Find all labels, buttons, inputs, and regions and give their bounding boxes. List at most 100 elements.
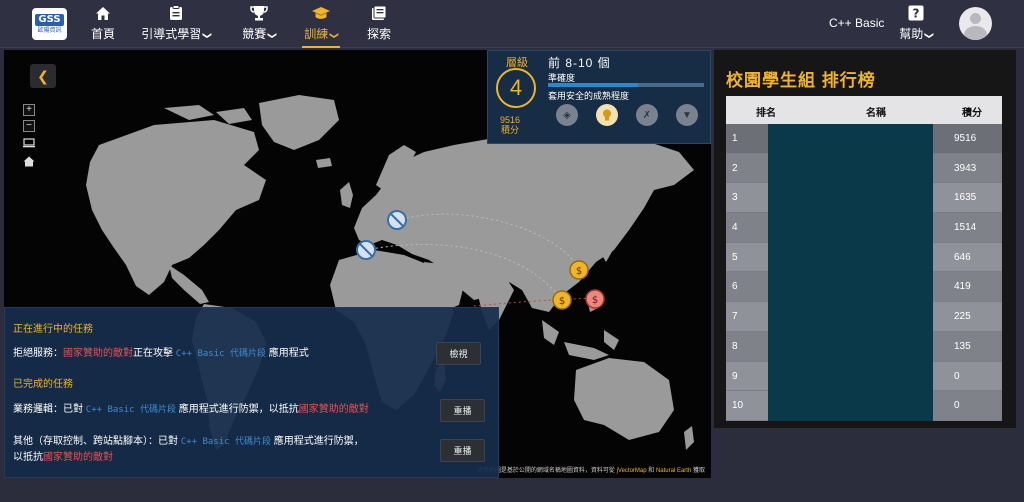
language-selector[interactable]: C++ Basic (829, 16, 884, 30)
name-cell (768, 183, 933, 214)
name-cell (768, 242, 933, 273)
nav-label-guided-learning: 引導式學習 (141, 27, 202, 41)
nav-label-training: 訓練 (304, 27, 329, 41)
code-snippet-link[interactable]: C++ Basic 代碼片段 (181, 437, 271, 447)
score-cell: 0 (933, 361, 1002, 392)
view-button[interactable]: 檢視 (436, 342, 481, 365)
mission-prefix: 其他（存取控制、跨站點腳本）：已對 (13, 436, 178, 447)
tools-badge-icon[interactable]: ✗ (636, 104, 658, 126)
rank-cell: 5 (726, 242, 768, 273)
svg-text:$: $ (592, 295, 598, 306)
rank-cell: 4 (726, 213, 768, 243)
mission-middle: 正在攻擊 (133, 348, 173, 359)
gold-bag-marker-icon[interactable]: $ (552, 290, 572, 310)
mission-suffix: 應用程式 (268, 348, 309, 359)
score-cell: 0 (933, 391, 1002, 421)
question-icon: ? (908, 4, 924, 22)
cup-badge-icon[interactable]: ▼ (676, 104, 698, 126)
table-row[interactable]: 4 1514 (726, 213, 1002, 243)
level-value: 4 (496, 68, 536, 108)
top-navbar: GSS 歐陽資訊 首頁 引導式學習❯ 競賽❯ 訓練❯ 探索 C++ Basic (0, 0, 1024, 48)
leaderboard-table: 排名 名稱 積分 1 9516 2 3943 3 1635 4 1514 5 646 6 419 7 22… (726, 96, 1002, 421)
score-cell: 135 (933, 331, 1002, 362)
ongoing-missions-heading: 正在進行中的任務 (13, 324, 93, 335)
rank-cell: 6 (726, 272, 768, 303)
rank-cell: 10 (726, 391, 768, 421)
logo-mark: GSS (35, 13, 64, 26)
map-credit-link-natural-earth[interactable]: Natural Earth (656, 468, 691, 474)
table-row[interactable]: 90 (726, 361, 1002, 392)
map-credit-suffix: 獲取 (692, 468, 705, 474)
enemy-label: 國家贊助的敵對 (298, 404, 369, 415)
rank-cell: 8 (726, 331, 768, 362)
table-row[interactable]: 2 3943 (726, 153, 1002, 184)
leaderboard: 校園學生組 排行榜 排名 名稱 積分 1 9516 2 3943 3 1635 4 1514 5… (714, 50, 1016, 428)
score-cell: 419 (933, 272, 1002, 303)
nav-item-competition[interactable]: 競賽❯ (239, 4, 279, 44)
nav-item-training[interactable]: 訓練❯ (302, 4, 340, 48)
nav-item-home[interactable]: 首頁 (90, 4, 116, 44)
accuracy-progress-fill (548, 83, 639, 87)
table-row[interactable]: 1 9516 (726, 124, 1002, 154)
maturity-description: 套用安全的成熟程度 (548, 91, 630, 101)
name-cell (768, 331, 933, 362)
lightbulb-badge-icon[interactable] (596, 104, 618, 126)
name-cell (768, 361, 933, 392)
nav-item-guided-learning[interactable]: 引導式學習❯ (140, 4, 213, 44)
name-cell (768, 391, 933, 421)
replay-button[interactable]: 重播 (440, 439, 485, 462)
trophy-icon (250, 4, 268, 22)
zoom-in-button[interactable]: + (23, 104, 35, 116)
blocked-marker-icon[interactable] (356, 240, 376, 260)
ongoing-mission-item: 拒絕服務：國家贊助的敵對正在攻擊 C++ Basic 代碼片段 應用程式 (13, 346, 309, 362)
score-cell: 3943 (933, 153, 1002, 184)
back-button[interactable]: ❮ (30, 64, 56, 88)
table-row[interactable]: 5 646 (726, 242, 1002, 273)
nav-item-explore[interactable]: 探索 (366, 4, 392, 44)
code-snippet-link[interactable]: C++ Basic 代碼片段 (176, 349, 266, 359)
home-icon (95, 4, 111, 22)
book-icon (371, 4, 387, 22)
map-credit-link-jvectormap[interactable]: jVectorMap (617, 468, 647, 474)
score-cell: 1635 (933, 183, 1002, 214)
table-row[interactable]: 6 419 (726, 272, 1002, 303)
mission-prefix: 拒絕服務： (13, 348, 63, 359)
home-icon[interactable] (23, 156, 35, 170)
rank-cell: 1 (726, 124, 768, 154)
screen-icon[interactable] (23, 138, 35, 151)
chevron-down-icon: ❯ (267, 31, 278, 40)
logo-subtitle: 歐陽資訊 (37, 27, 62, 34)
trophy-badge-icon[interactable]: ◈ (556, 104, 578, 126)
logo[interactable]: GSS 歐陽資訊 (32, 8, 67, 40)
red-bag-marker-icon[interactable]: $ (585, 289, 605, 309)
level-card: 層級 4 9516 積分 前 8-10 個 準確度 套用安全的成熟程度 ◈ ✗ … (487, 50, 711, 144)
help-menu[interactable]: ? 幫助❯ (896, 4, 936, 44)
avatar[interactable] (959, 7, 992, 40)
table-row[interactable]: 8 135 (726, 331, 1002, 362)
code-snippet-link[interactable]: C++ Basic 代碼片段 (86, 405, 176, 415)
score-cell: 646 (933, 242, 1002, 273)
column-header-name: 名稱 (866, 108, 886, 119)
replay-button[interactable]: 重播 (440, 399, 485, 422)
help-label: 幫助 (899, 27, 924, 41)
gold-bag-marker-icon[interactable]: $ (569, 260, 589, 280)
zoom-out-button[interactable]: − (23, 120, 35, 132)
name-cell (768, 213, 933, 243)
clipboard-icon (169, 4, 183, 22)
leaderboard-title: 校園學生組 排行榜 (726, 71, 876, 90)
column-header-rank: 排名 (756, 108, 776, 119)
table-row[interactable]: 7 225 (726, 302, 1002, 332)
map-credit-and: 和 (648, 468, 655, 474)
nav-label-explore: 探索 (366, 27, 391, 41)
enemy-label: 國家贊助的敵對 (63, 348, 133, 359)
chevron-down-icon: ❯ (924, 31, 935, 40)
chevron-down-icon: ❯ (329, 31, 340, 40)
score-cell: 1514 (933, 213, 1002, 243)
level-rank-range: 前 8-10 個 (548, 56, 611, 70)
table-row[interactable]: 3 1635 (726, 183, 1002, 214)
blocked-marker-icon[interactable] (387, 210, 407, 230)
nav-label-home: 首頁 (90, 27, 115, 41)
rank-cell: 3 (726, 183, 768, 214)
table-row[interactable]: 10 0 (726, 391, 1002, 421)
level-points-label: 積分 (501, 125, 520, 135)
